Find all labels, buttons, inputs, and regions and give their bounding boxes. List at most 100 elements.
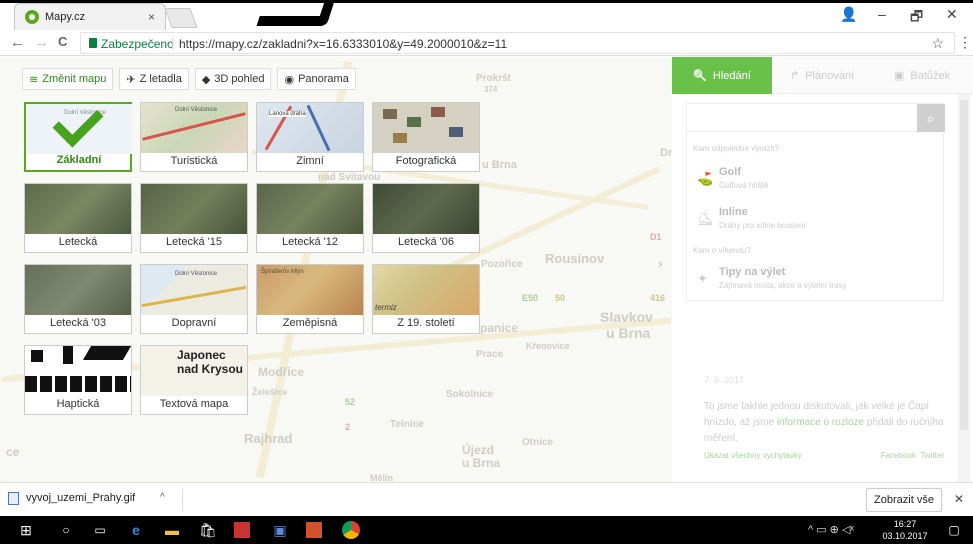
- edge-icon[interactable]: e: [126, 520, 146, 540]
- map-label: 50: [555, 293, 566, 303]
- panorama-button[interactable]: ◉ Panorama: [277, 68, 356, 90]
- suggestion-golf[interactable]: ⛳ Golf Golfová hřiště: [693, 164, 933, 198]
- map-type-dopravni[interactable]: Dolní Věstonice Dopravní: [140, 264, 248, 334]
- map-label: Prokršt: [476, 73, 512, 84]
- route-icon: ↱: [790, 70, 800, 82]
- suggestion-inline[interactable]: ⛸ Inline Dráhy pro inline bruslení: [693, 204, 933, 238]
- clock[interactable]: 16:27 03.10.2017: [880, 518, 930, 542]
- map-type-letecka-12[interactable]: Letecká '12: [256, 183, 364, 253]
- map-label: Otnice: [522, 437, 554, 448]
- store-icon[interactable]: 🛍: [198, 520, 218, 540]
- map-label: ce: [6, 445, 20, 459]
- task-view-icon[interactable]: ▭: [90, 520, 110, 540]
- taskbar: ⊞ ○ ▭ e ▬ 🛍 ▣ ^ ▭ ⊕ ◁ˣ 16:27 03.10.2017 ▢: [0, 516, 973, 544]
- map-label: Prace: [476, 349, 504, 360]
- map-type-z19-stoleti[interactable]: termiz Z 19. století: [372, 264, 480, 334]
- office-icon[interactable]: [306, 522, 322, 538]
- bookmark-star-icon[interactable]: ☆: [931, 35, 944, 52]
- map-type-letecka-03[interactable]: Letecká '03: [24, 264, 132, 334]
- browser-menu-icon[interactable]: ⋮: [958, 34, 972, 51]
- back-button[interactable]: ←: [10, 34, 25, 51]
- windows-start-icon[interactable]: ⊞: [16, 520, 36, 540]
- download-bar: vyvoj_uzemi_Prahy.gif ^ Zobrazit vše ✕: [0, 482, 973, 516]
- news-date: 7. 9. 2017: [704, 375, 745, 385]
- panel-scrollbar[interactable]: [958, 94, 970, 482]
- change-map-button[interactable]: ≋ Změnit mapu: [22, 68, 114, 90]
- photo-pin: [449, 127, 463, 137]
- search-icon[interactable]: ○: [56, 520, 76, 540]
- thumb-road: [141, 285, 247, 308]
- map-type-letecka-06[interactable]: Letecká '06: [372, 183, 480, 253]
- thumb-letecka-12: [257, 184, 363, 234]
- news-link[interactable]: informace o rozloze: [777, 417, 864, 428]
- thumb-letecka-03: [25, 265, 131, 315]
- map-type-hapticka[interactable]: Haptická: [24, 345, 132, 415]
- tab-backpack-label: Batůžek: [910, 69, 951, 82]
- show-all-downloads-button[interactable]: Zobrazit vše: [866, 488, 942, 512]
- tab-backpack[interactable]: ▣ Batůžek: [894, 57, 950, 94]
- from-plane-button[interactable]: ✈ Z letadla: [119, 68, 189, 90]
- url-text[interactable]: https://mapy.cz/zakladni?x=16.6333010&y=…: [179, 37, 507, 51]
- map-type-textova[interactable]: Japonec nad Krysou Textová mapa: [140, 345, 248, 415]
- download-menu-caret[interactable]: ^: [160, 492, 165, 503]
- reload-button[interactable]: C: [58, 34, 67, 49]
- map-label: Telnice: [390, 419, 424, 430]
- tab-strip-shape: [256, 0, 338, 26]
- restore-button[interactable]: 🗗: [910, 6, 923, 30]
- show-all-link[interactable]: Ukázat všechny vychytávky: [704, 451, 802, 460]
- omnibox[interactable]: Zabezpečeno | https://mapy.cz/zakladni?x…: [80, 32, 955, 54]
- outlook-icon[interactable]: ▣: [270, 520, 290, 540]
- browser-tab[interactable]: Mapy.cz ×: [14, 3, 166, 30]
- search-input[interactable]: ⌕: [687, 104, 945, 132]
- map-type-letecka[interactable]: Letecká: [24, 183, 132, 253]
- map-label: Újezd: [462, 443, 495, 457]
- view-3d-button[interactable]: ◆ 3D pohled: [194, 68, 272, 90]
- skate-icon: ⛸: [697, 211, 714, 226]
- download-filename[interactable]: vyvoj_uzemi_Prahy.gif: [26, 492, 135, 504]
- tab-planning[interactable]: ↱ Plánování: [790, 57, 854, 94]
- scrollbar-thumb[interactable]: [960, 100, 968, 430]
- map-type-label: Turistická: [170, 155, 218, 167]
- chrome-icon[interactable]: [342, 521, 360, 539]
- explorer-icon[interactable]: ▬: [162, 520, 182, 540]
- close-download-bar-button[interactable]: ✕: [954, 492, 964, 506]
- thumb-z19: termiz: [373, 265, 479, 315]
- thumb-letecka-15: [141, 184, 247, 234]
- panel-collapse-icon[interactable]: ›: [658, 255, 670, 285]
- plane-icon: ✈: [126, 73, 136, 86]
- app-icon[interactable]: [234, 522, 250, 538]
- photo-pin: [407, 117, 421, 127]
- map-label: 2: [345, 422, 351, 432]
- map-type-letecka-15[interactable]: Letecká '15: [140, 183, 248, 253]
- map-type-label: Z 19. století: [397, 317, 455, 329]
- twitter-link[interactable]: Twitter: [920, 451, 944, 460]
- thumb-turisticka: Dolní Věstonice: [141, 103, 247, 153]
- forward-button[interactable]: →: [34, 34, 49, 51]
- map-type-label: Letecká '15: [166, 236, 222, 248]
- thumb-route: [142, 112, 246, 141]
- minimize-button[interactable]: –: [878, 6, 886, 22]
- map-type-fotograficka[interactable]: Fotografická: [372, 102, 480, 172]
- thumb-letecka: [25, 184, 131, 234]
- search-submit-button[interactable]: ⌕: [917, 104, 945, 132]
- search-icon: 🔍: [693, 70, 707, 82]
- map-label: Rajhrad: [244, 431, 293, 446]
- tab-search[interactable]: 🔍 Hledání: [672, 57, 772, 94]
- system-tray-icons[interactable]: ^ ▭ ⊕ ◁ˣ: [808, 523, 854, 536]
- map-type-turisticka[interactable]: Dolní Věstonice Turistická: [140, 102, 248, 172]
- tab-close-icon[interactable]: ×: [148, 10, 155, 24]
- new-tab-button[interactable]: [164, 8, 198, 28]
- facebook-link[interactable]: Facebook: [881, 451, 916, 460]
- map-type-zimni[interactable]: Lanová dráha Zimní: [256, 102, 364, 172]
- tab-title: Mapy.cz: [45, 11, 86, 23]
- map-label: 416: [650, 293, 666, 303]
- map-type-zemepisna[interactable]: Špindlerův Mlýn Zeměpisná: [256, 264, 364, 334]
- map-type-zakladni[interactable]: Dolní Věstonice Základní: [24, 96, 132, 172]
- notifications-icon[interactable]: ▢: [944, 520, 964, 540]
- account-icon[interactable]: 👤: [840, 6, 857, 23]
- thumb-text: Dolní Věstonice: [175, 271, 218, 277]
- from-plane-label: Z letadla: [139, 73, 182, 85]
- thumb-text: nad Krysou: [177, 362, 244, 376]
- close-window-button[interactable]: ✕: [946, 6, 958, 23]
- suggestion-trips[interactable]: ✦ Tipy na výlet Zajímavá místa, akce a v…: [693, 264, 933, 298]
